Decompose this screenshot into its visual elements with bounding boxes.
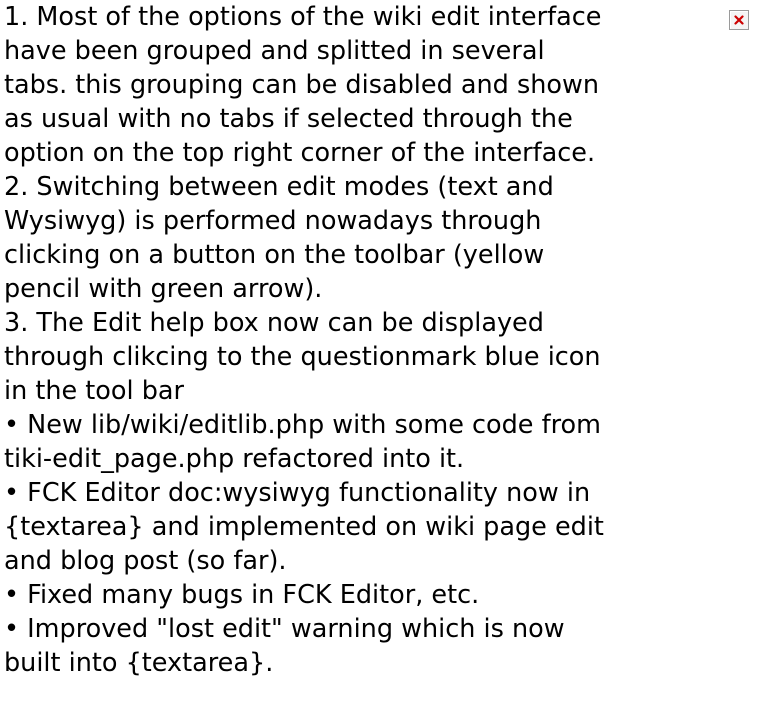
text-line: tabs. this grouping can be disabled and …: [4, 70, 600, 100]
text-line: option on the top right corner of the in…: [4, 138, 596, 168]
text-line: in the tool bar: [4, 376, 184, 406]
text-line: pencil with green arrow).: [4, 274, 323, 304]
text-line: {textarea} and implemented on wiki page …: [4, 512, 604, 542]
red-x-icon: [734, 15, 744, 25]
text-line: tiki-edit_page.php refactored into it.: [4, 444, 465, 474]
text-line: clicking on a button on the toolbar (yel…: [4, 240, 545, 270]
text-line: as usual with no tabs if selected throug…: [4, 104, 573, 134]
broken-image-icon: [729, 10, 749, 30]
text-line: 2. Switching between edit modes (text an…: [4, 172, 554, 202]
bullet-line: • Improved "lost edit" warning which is …: [4, 614, 565, 644]
bullet-line: • New lib/wiki/editlib.php with some cod…: [4, 410, 601, 440]
bullet-line: • FCK Editor doc:wysiwyg functionality n…: [4, 478, 591, 508]
changelog-text: 1. Most of the options of the wiki edit …: [4, 0, 719, 680]
text-line: and blog post (so far).: [4, 546, 287, 576]
text-line: built into {textarea}.: [4, 648, 274, 678]
text-line: have been grouped and splitted in severa…: [4, 36, 545, 66]
bullet-line: • Fixed many bugs in FCK Editor, etc.: [4, 580, 480, 610]
text-line: through clikcing to the questionmark blu…: [4, 342, 601, 372]
text-line: 3. The Edit help box now can be displaye…: [4, 308, 544, 338]
text-line: 1. Most of the options of the wiki edit …: [4, 2, 602, 32]
text-line: Wysiwyg) is performed nowadays through: [4, 206, 542, 236]
